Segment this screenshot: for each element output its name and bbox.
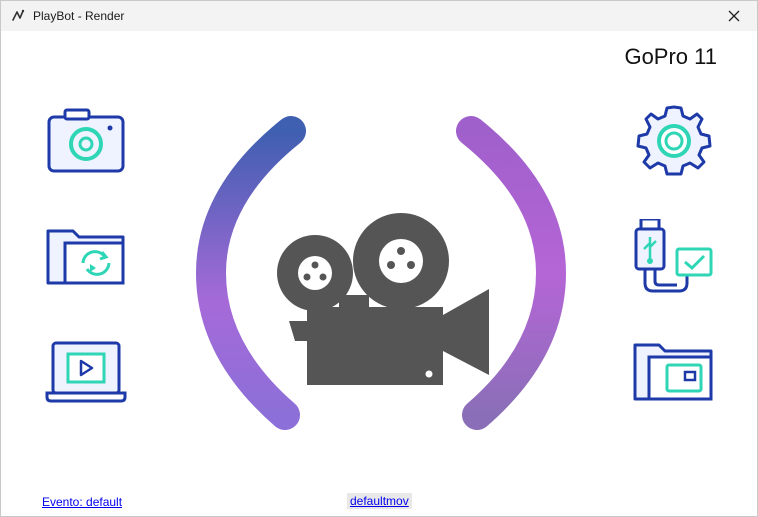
camera-button[interactable]: [43, 103, 129, 179]
folder-wallet-icon: [633, 343, 713, 401]
title-bar: PlayBot - Render: [1, 1, 757, 31]
usb-check-icon: [634, 219, 713, 293]
mov-link[interactable]: defaultmov: [347, 493, 412, 509]
hero-graphic: [195, 116, 567, 430]
laptop-play-button[interactable]: [43, 335, 129, 411]
main-area: GoPro 11 Evento: default defaultmov: [1, 31, 757, 516]
laptop-play-icon: [45, 341, 127, 403]
close-button[interactable]: [711, 1, 757, 31]
settings-button[interactable]: [631, 103, 717, 179]
app-logo-icon: [12, 9, 25, 21]
device-title: GoPro 11: [624, 44, 717, 69]
folder-sync-button[interactable]: [43, 219, 129, 295]
folder-sync-icon: [46, 229, 125, 285]
camera-icon: [47, 108, 125, 173]
window-title: PlayBot - Render: [33, 9, 125, 23]
usb-device-button[interactable]: [631, 219, 717, 295]
close-icon: [728, 10, 740, 22]
app-window: PlayBot - Render GoPro 11 Evento: defaul…: [0, 0, 758, 517]
right-arc: [456, 116, 567, 430]
gear-icon: [636, 105, 712, 176]
folder-wallet-button[interactable]: [631, 335, 717, 411]
render-hero: [189, 115, 575, 435]
video-camera-icon: [277, 213, 489, 385]
evento-link[interactable]: Evento: default: [42, 495, 122, 509]
